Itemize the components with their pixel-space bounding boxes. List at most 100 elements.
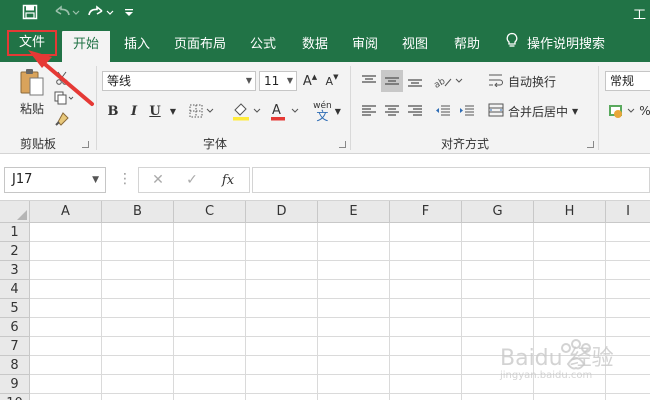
align-left-icon[interactable] bbox=[358, 100, 380, 122]
font-name-value: 等线 bbox=[107, 74, 132, 88]
merge-center-label: 合并后居中 bbox=[508, 104, 569, 119]
formula-bar: J17 ▼ ⋮ ✕ ✓ fx bbox=[0, 155, 650, 201]
tab-view[interactable]: 视图 bbox=[394, 31, 436, 62]
align-middle-icon[interactable] bbox=[381, 70, 403, 92]
name-box[interactable]: J17 ▼ bbox=[4, 167, 106, 193]
enter-icon[interactable]: ✓ bbox=[179, 169, 205, 191]
fill-color-button[interactable] bbox=[230, 100, 264, 122]
decrease-indent-icon[interactable] bbox=[432, 100, 454, 122]
column-header-b[interactable]: B bbox=[102, 201, 174, 223]
column-header-c[interactable]: C bbox=[174, 201, 246, 223]
column-header-f[interactable]: F bbox=[390, 201, 462, 223]
alignment-group-label: 对齐方式 bbox=[441, 137, 490, 151]
tell-me-search[interactable]: 操作说明搜索 bbox=[505, 31, 605, 59]
row-header-1[interactable]: 1 bbox=[0, 223, 30, 242]
merge-center-button[interactable]: 合并后居中 ▼ bbox=[488, 100, 588, 122]
baidu-watermark: Baidu 经验 jingyan.baidu.com bbox=[500, 330, 640, 390]
row-header-6[interactable]: 6 bbox=[0, 318, 30, 337]
column-header-g[interactable]: G bbox=[462, 201, 534, 223]
percent-label: % bbox=[639, 104, 650, 118]
underline-dropdown[interactable]: ▼ bbox=[166, 100, 180, 122]
formula-bar-splitter[interactable]: ⋮ bbox=[118, 167, 132, 193]
undo-icon[interactable] bbox=[50, 2, 82, 22]
formula-buttons: ✕ ✓ fx bbox=[138, 167, 250, 193]
borders-button[interactable] bbox=[188, 100, 216, 122]
svg-text:A: A bbox=[272, 103, 281, 118]
insert-function-icon[interactable]: fx bbox=[215, 169, 241, 191]
tab-file[interactable]: 文件 bbox=[7, 30, 57, 56]
font-name-select[interactable]: 等线 ▼ bbox=[102, 71, 256, 91]
number-format-select[interactable]: 常规 bbox=[605, 71, 650, 91]
row-header-8[interactable]: 8 bbox=[0, 356, 30, 375]
clipboard-icon bbox=[17, 67, 47, 100]
group-separator bbox=[350, 66, 351, 150]
copy-icon[interactable] bbox=[52, 88, 76, 108]
font-group-label: 字体 bbox=[203, 137, 228, 151]
phonetic-button[interactable]: wén 文 ▼ bbox=[310, 98, 344, 124]
column-header-h[interactable]: H bbox=[534, 201, 606, 223]
redo-icon[interactable] bbox=[86, 2, 116, 22]
tell-me-label: 操作说明搜索 bbox=[527, 37, 606, 52]
column-header-d[interactable]: D bbox=[246, 201, 318, 223]
format-painter-icon[interactable] bbox=[52, 109, 72, 129]
save-icon[interactable] bbox=[20, 2, 40, 22]
tab-data[interactable]: 数据 bbox=[294, 31, 336, 62]
align-top-icon[interactable] bbox=[358, 70, 380, 92]
row-header-4[interactable]: 4 bbox=[0, 280, 30, 299]
grow-font-button[interactable]: A ▲ bbox=[302, 71, 318, 91]
merge-cells-icon bbox=[488, 103, 504, 120]
clipboard-launcher-icon[interactable] bbox=[82, 141, 89, 148]
tab-home[interactable]: 开始 bbox=[62, 31, 110, 62]
align-bottom-icon[interactable] bbox=[404, 70, 426, 92]
alignment-launcher-icon[interactable] bbox=[587, 141, 594, 148]
customize-qat-icon[interactable] bbox=[122, 2, 136, 22]
italic-button[interactable]: I bbox=[125, 100, 143, 122]
chevron-down-icon: ▼ bbox=[245, 76, 252, 85]
formula-input[interactable] bbox=[252, 167, 650, 193]
row-header-3[interactable]: 3 bbox=[0, 261, 30, 280]
row-header-9[interactable]: 9 bbox=[0, 375, 30, 394]
title-bar: 工 bbox=[0, 0, 650, 25]
font-color-button[interactable]: A bbox=[268, 100, 304, 122]
cut-icon[interactable] bbox=[52, 68, 72, 88]
row-header-2[interactable]: 2 bbox=[0, 242, 30, 261]
underline-button[interactable]: U bbox=[146, 100, 164, 122]
caret-up-icon: ▲ bbox=[311, 73, 318, 81]
select-all-triangle bbox=[17, 210, 27, 220]
row-header-5[interactable]: 5 bbox=[0, 299, 30, 318]
tab-formulas[interactable]: 公式 bbox=[242, 31, 284, 62]
wrap-text-button[interactable]: 自动换行 bbox=[488, 70, 588, 92]
bold-button[interactable]: B bbox=[104, 100, 122, 122]
paste-button[interactable]: 粘贴 bbox=[12, 66, 52, 118]
orientation-button[interactable]: ab bbox=[432, 70, 466, 92]
tab-page-layout[interactable]: 页面布局 bbox=[168, 31, 232, 62]
name-box-value: J17 bbox=[12, 172, 33, 187]
column-header-e[interactable]: E bbox=[318, 201, 390, 223]
tab-review[interactable]: 审阅 bbox=[344, 31, 386, 62]
align-right-icon[interactable] bbox=[404, 100, 426, 122]
clipboard-group-label: 剪贴板 bbox=[20, 137, 57, 151]
cancel-icon[interactable]: ✕ bbox=[145, 169, 171, 191]
italic-label: I bbox=[130, 103, 138, 119]
column-header-i[interactable]: I bbox=[606, 201, 650, 223]
tab-insert[interactable]: 插入 bbox=[116, 31, 158, 62]
select-all-button[interactable] bbox=[0, 201, 30, 223]
chevron-down-icon: ▼ bbox=[334, 106, 341, 116]
column-header-a[interactable]: A bbox=[30, 201, 102, 223]
font-size-select[interactable]: 11 ▼ bbox=[259, 71, 297, 91]
chevron-down-icon: ▼ bbox=[92, 175, 99, 185]
tab-help[interactable]: 帮助 bbox=[446, 31, 488, 62]
align-center-icon[interactable] bbox=[381, 100, 403, 122]
font-launcher-icon[interactable] bbox=[339, 141, 346, 148]
percent-button[interactable]: % bbox=[639, 100, 650, 122]
watermark-text: Baidu 经验 bbox=[500, 346, 614, 371]
wrap-text-icon bbox=[488, 73, 504, 90]
accounting-format-button[interactable] bbox=[606, 100, 642, 122]
row-header-7[interactable]: 7 bbox=[0, 337, 30, 356]
caret-down-icon: ▼ bbox=[333, 73, 339, 81]
svg-text:ab: ab bbox=[433, 76, 447, 89]
shrink-font-button[interactable]: A ▼ bbox=[324, 71, 340, 91]
row-header-10[interactable]: 10 bbox=[0, 394, 30, 400]
ribbon-tabs: 文件 开始 插入 页面布局 公式 数据 审阅 视图 帮助 操作说明搜索 bbox=[0, 25, 650, 62]
increase-indent-icon[interactable] bbox=[456, 100, 478, 122]
